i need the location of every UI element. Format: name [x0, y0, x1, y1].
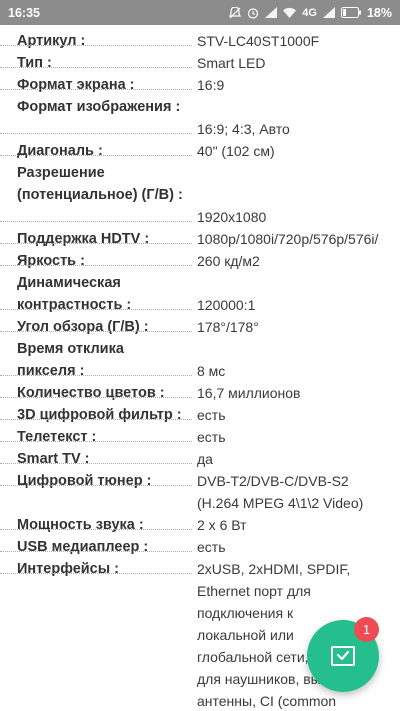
spec-value: 120000:1 [197, 297, 256, 313]
spec-row-response-time: Время отклика пикселя : 8 мс [0, 338, 400, 382]
spec-value: 2xUSB, 2xHDMI, SPDIF, [197, 561, 351, 577]
spec-value: Smart LED [197, 55, 266, 71]
spec-label: Формат экрана : [17, 77, 135, 93]
spec-row-sound-power: Мощность звука : 2 x 6 Вт [0, 514, 400, 536]
spec-label: Угол обзора (Г/В) : [17, 319, 149, 335]
dotted-leader [0, 265, 192, 266]
spec-label: (потенциальное) (Г/В) : [17, 187, 183, 203]
spec-value: 16:9; 4:3, Авто [197, 121, 290, 137]
spec-label: Цифровой тюнер : [17, 473, 152, 489]
spec-value: 260 кд/м2 [197, 253, 260, 269]
spec-value: STV-LC40ST1000F [197, 33, 320, 49]
spec-label: Тип : [17, 55, 52, 71]
spec-value: локальной или [197, 627, 294, 643]
alarm-icon [247, 7, 259, 19]
spec-value: есть [197, 539, 226, 555]
spec-label: пикселя : [17, 363, 85, 379]
status-icons: 4G 18% [229, 6, 392, 20]
dotted-leader [0, 331, 192, 332]
spec-label: Мощность звука : [17, 517, 144, 533]
spec-value: 40" (102 см) [197, 143, 275, 159]
spec-label: Разрешение [17, 165, 105, 181]
spec-label: Интерфейсы : [17, 561, 119, 577]
spec-row-teletext: Телетекст : есть [0, 426, 400, 448]
spec-value: Ethernet порт для [197, 583, 311, 599]
spec-row-tuner: Цифровой тюнер : DVB-T2/DVB-C/DVB-S2 (H.… [0, 470, 400, 514]
spec-label: Время отклика [17, 341, 124, 357]
spec-row-article: Артикул : STV-LC40ST1000F [0, 30, 400, 52]
battery-percent: 18% [366, 5, 392, 20]
spec-value: 1080p/1080i/720p/576p/576i/ [197, 231, 379, 247]
spec-row-brightness: Яркость : 260 кд/м2 [0, 250, 400, 272]
dotted-leader [0, 89, 192, 90]
dotted-leader [0, 309, 192, 310]
spec-value: антенны, CI (common [197, 693, 337, 709]
dotted-leader [0, 551, 192, 552]
signal-icon [265, 7, 278, 18]
spec-value: глобальной сети, [197, 649, 309, 665]
spec-row-contrast: Динамическая контрастность : 120000:1 [0, 272, 400, 316]
spec-label: Яркость : [17, 253, 85, 269]
dotted-leader [0, 573, 192, 574]
spec-row-screen-format: Формат экрана : 16:9 [0, 74, 400, 96]
spec-value: 1920x1080 [197, 209, 267, 225]
dotted-leader [0, 529, 192, 530]
spec-row-viewing-angle: Угол обзора (Г/В) : 178°/178° [0, 316, 400, 338]
status-time: 16:35 [8, 5, 40, 20]
spec-value: 8 мс [197, 363, 226, 379]
spec-label: контрастность : [17, 297, 132, 313]
spec-value: 2 x 6 Вт [197, 517, 247, 533]
dotted-leader [0, 463, 192, 464]
spec-label: Артикул : [17, 33, 86, 49]
spec-label: Количество цветов : [17, 385, 165, 401]
dotted-leader [0, 397, 192, 398]
spec-row-type: Тип : Smart LED [0, 52, 400, 74]
dotted-leader [0, 45, 192, 46]
spec-value: (H.264 MPEG 4\1\2 Video) [197, 495, 364, 511]
notification-badge: 1 [354, 617, 379, 642]
spec-row-diagonal: Диагональ : 40" (102 см) [0, 140, 400, 162]
spec-row-image-format: Формат изображения : 16:9; 4:3, Авто [0, 96, 400, 140]
spec-value: подключения к [197, 605, 294, 621]
spec-label: Диагональ : [17, 143, 103, 159]
spec-row-hdtv: Поддержка HDTV : 1080p/1080i/720p/576p/5… [0, 228, 400, 250]
spec-value: 16,7 миллионов [197, 385, 301, 401]
spec-label: USB медиаплеер : [17, 539, 149, 555]
spec-row-resolution: Разрешение (потенциальное) (Г/В) : 1920x… [0, 162, 400, 228]
spec-label: Формат изображения : [17, 99, 181, 115]
status-bar: 16:35 4G 18% [0, 0, 400, 25]
dotted-leader [0, 133, 192, 134]
dotted-leader [0, 485, 192, 486]
dotted-leader [0, 155, 192, 156]
spec-value: 178°/178° [197, 319, 259, 335]
wifi-icon [283, 7, 297, 18]
spec-label: Телетекст : [17, 429, 97, 445]
spec-label: 3D цифровой фильтр : [17, 407, 182, 423]
dotted-leader [0, 67, 192, 68]
battery-icon [340, 7, 361, 18]
mute-icon [229, 6, 242, 19]
spec-value: есть [197, 429, 226, 445]
spec-row-3d-filter: 3D цифровой фильтр : есть [0, 404, 400, 426]
dotted-leader [0, 419, 192, 420]
spec-label: Динамическая [17, 275, 121, 291]
dotted-leader [0, 243, 192, 244]
spec-value: DVB-T2/DVB-C/DVB-S2 [197, 473, 349, 489]
dotted-leader [0, 221, 192, 222]
network-type: 4G [302, 6, 317, 19]
spec-row-usb-player: USB медиаплеер : есть [0, 536, 400, 558]
spec-value: да [197, 451, 213, 467]
dotted-leader [0, 441, 192, 442]
network-signal-icon [322, 7, 335, 18]
dotted-leader [0, 375, 192, 376]
spec-row-smart-tv: Smart TV : да [0, 448, 400, 470]
envelope-check-icon [331, 646, 355, 666]
spec-label: Поддержка HDTV : [17, 231, 150, 247]
spec-value: есть [197, 407, 226, 423]
spec-label: Smart TV : [17, 451, 90, 467]
spec-row-colors: Количество цветов : 16,7 миллионов [0, 382, 400, 404]
spec-value: 16:9 [197, 77, 225, 93]
